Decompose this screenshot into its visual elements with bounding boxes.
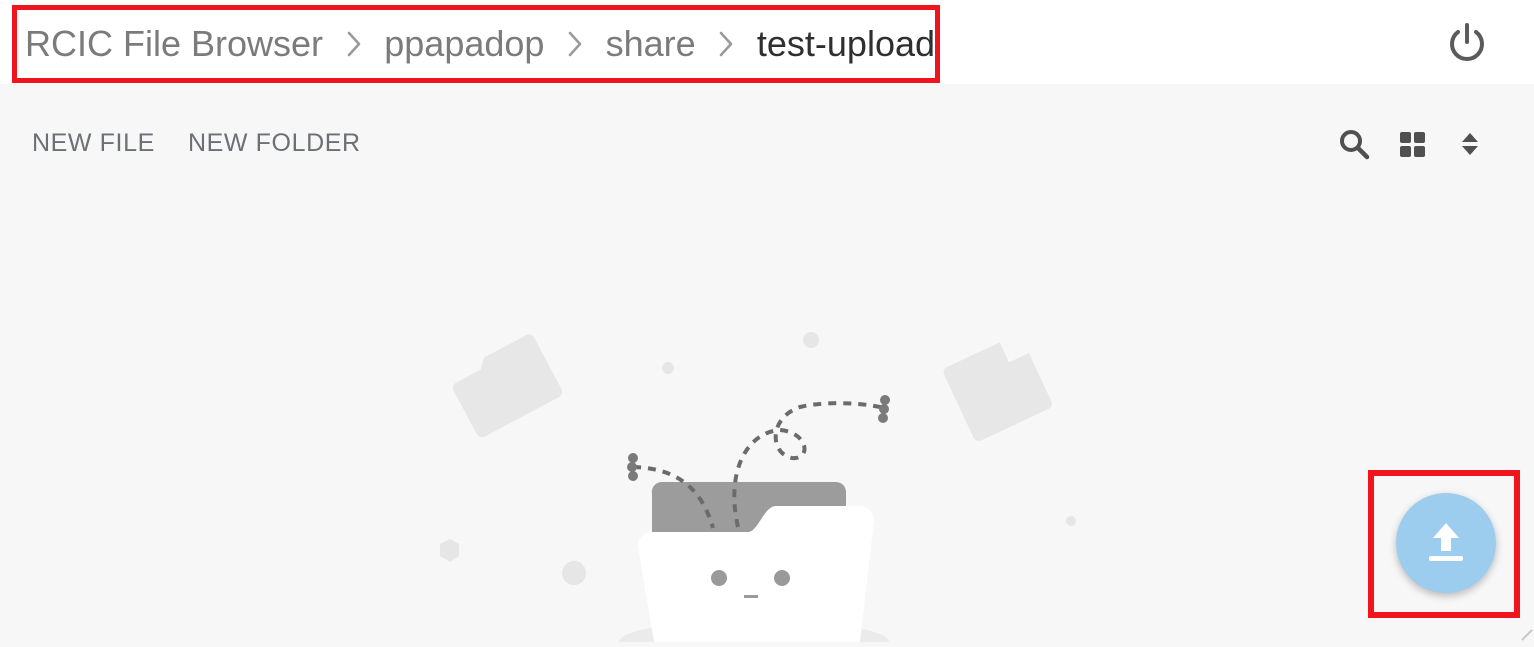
chevron-right-icon bbox=[323, 30, 384, 58]
chevron-right-icon bbox=[696, 30, 757, 58]
breadcrumb-root[interactable]: RCIC File Browser bbox=[25, 23, 323, 65]
upload-icon bbox=[1429, 523, 1463, 561]
empty-folder-illustration bbox=[440, 332, 1076, 642]
grid-view-icon[interactable] bbox=[1397, 128, 1429, 160]
new-folder-button[interactable]: NEW FOLDER bbox=[188, 129, 361, 158]
breadcrumb-user[interactable]: ppapadop bbox=[384, 23, 544, 65]
header-bar: RCIC File Browser ppapadop share test-up… bbox=[0, 0, 1534, 84]
chevron-right-icon bbox=[544, 30, 605, 58]
search-icon[interactable] bbox=[1338, 128, 1370, 160]
breadcrumb: RCIC File Browser ppapadop share test-up… bbox=[12, 5, 940, 83]
scrollbar-corner[interactable] bbox=[1520, 628, 1534, 642]
sort-icon[interactable] bbox=[1454, 128, 1486, 160]
upload-button[interactable] bbox=[1396, 493, 1496, 593]
new-file-button[interactable]: NEW FILE bbox=[32, 129, 155, 158]
breadcrumb-current: test-upload bbox=[756, 23, 936, 64]
breadcrumb-share[interactable]: share bbox=[606, 23, 696, 65]
power-icon[interactable] bbox=[1446, 22, 1488, 64]
